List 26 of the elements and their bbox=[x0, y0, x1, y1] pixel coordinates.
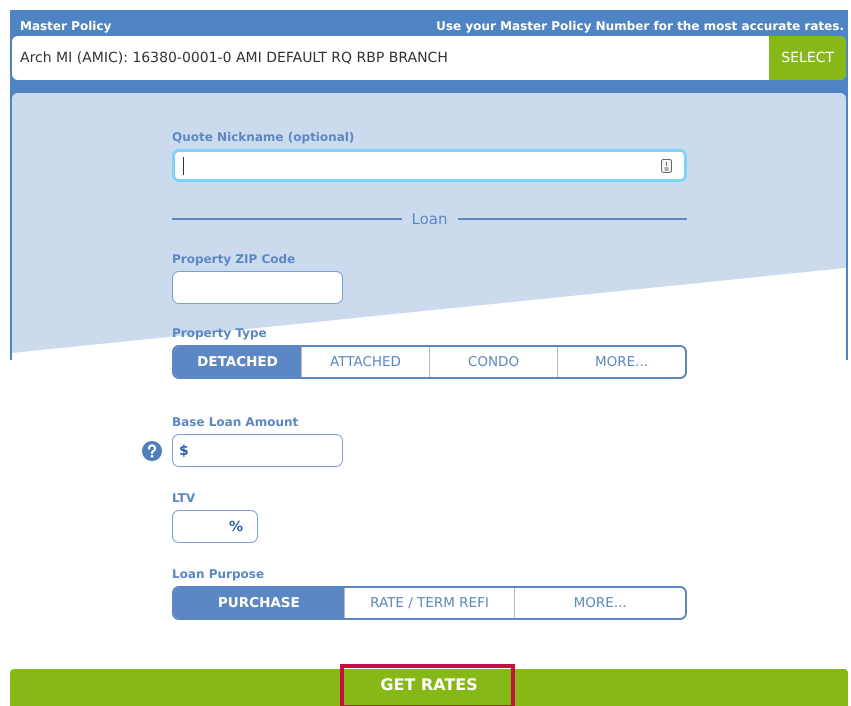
zip-field[interactable] bbox=[172, 271, 343, 304]
nickname-field[interactable] bbox=[172, 149, 687, 182]
section-label: Master Policy bbox=[20, 19, 112, 33]
field-label: Property ZIP Code bbox=[172, 252, 296, 266]
hint-text: Use your Master Policy Number for the most accurate rates. bbox=[436, 19, 844, 33]
field-label: Loan Purpose bbox=[172, 567, 266, 581]
text-cursor bbox=[183, 156, 184, 174]
ltv-field[interactable]: % bbox=[172, 510, 258, 543]
section-title: Loan bbox=[412, 210, 448, 228]
segment-option[interactable]: MORE... bbox=[514, 588, 685, 618]
field-label: Quote Nickname (optional) bbox=[172, 130, 356, 144]
currency-prefix: $ bbox=[178, 442, 190, 458]
field-label: LTV bbox=[172, 491, 196, 505]
loan-amount-field[interactable]: $ bbox=[172, 434, 343, 467]
policy-value: Arch MI (AMIC): 16380-0001-0 AMI DEFAULT RQ RBP BRANCH bbox=[19, 50, 449, 66]
field-label: Property Type bbox=[172, 326, 268, 340]
key-icon bbox=[661, 158, 672, 172]
segment-option[interactable]: DETACHED bbox=[174, 347, 301, 377]
segment-option[interactable]: MORE... bbox=[557, 347, 685, 377]
segment-option[interactable]: PURCHASE bbox=[174, 588, 344, 618]
select-button[interactable]: SELECT bbox=[769, 36, 846, 80]
field-label: Base Loan Amount bbox=[172, 415, 300, 429]
get-rates-button[interactable]: GET RATES bbox=[10, 669, 848, 706]
policy-field[interactable]: Arch MI (AMIC): 16380-0001-0 AMI DEFAULT RQ RBP BRANCH SELECT bbox=[12, 36, 846, 80]
help-icon[interactable] bbox=[142, 440, 162, 460]
percent-suffix: % bbox=[228, 518, 244, 534]
